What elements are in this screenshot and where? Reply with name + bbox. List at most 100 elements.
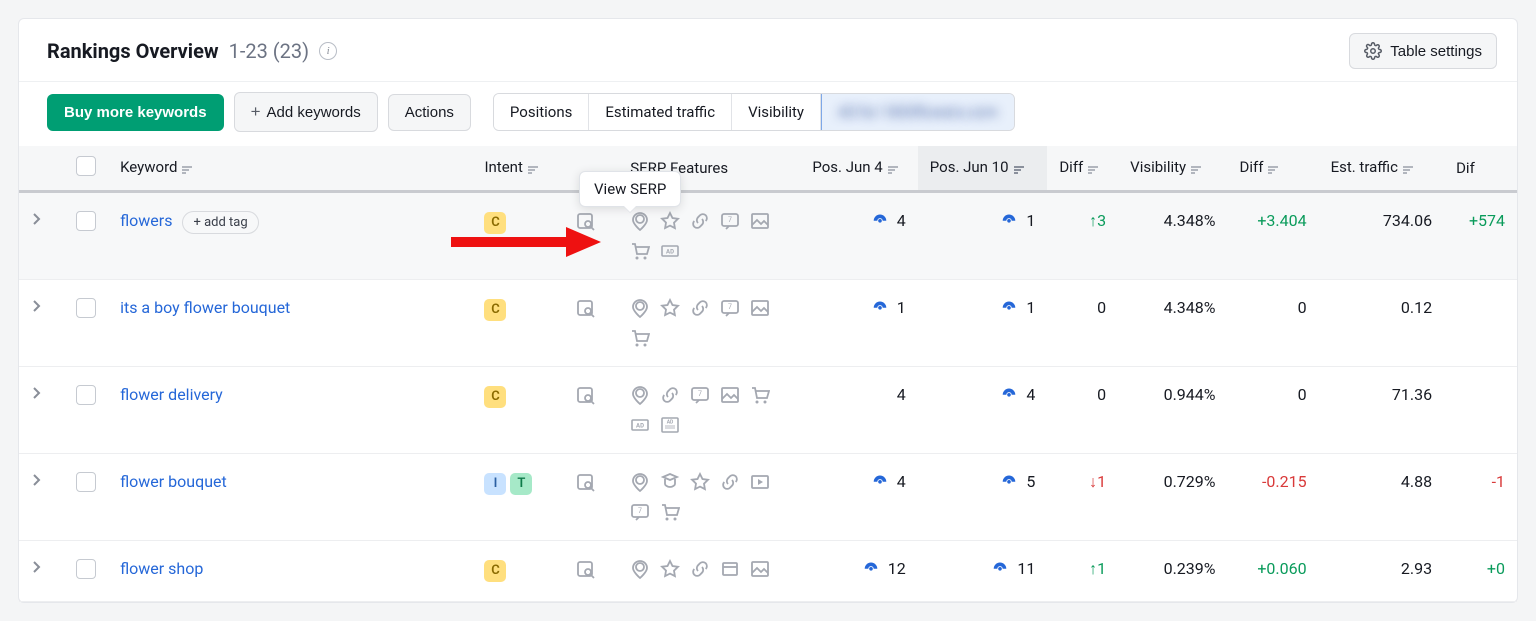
image-icon xyxy=(750,298,770,318)
visibility-value: 0.944% xyxy=(1164,385,1216,404)
intent-badge-c: C xyxy=(484,560,506,582)
serp-features xyxy=(630,385,788,435)
star-icon xyxy=(660,298,680,318)
expand-row-icon[interactable] xyxy=(31,385,41,404)
cart-icon xyxy=(630,328,650,348)
keyword-link[interactable]: flower delivery xyxy=(120,385,223,404)
pin-icon xyxy=(630,472,650,492)
diff-vis-value: +3.404 xyxy=(1257,211,1306,230)
sitelink-icon xyxy=(862,559,880,578)
title-count: 1-23 (23) xyxy=(229,39,310,63)
col-keyword[interactable]: Keyword xyxy=(108,146,472,192)
sitelink-icon xyxy=(871,472,889,491)
view-tabs: Positions Estimated traffic Visibility A… xyxy=(493,93,1015,131)
table-row: flower bouquetI T 45↓10.729%-0.2154.88-1 xyxy=(19,454,1517,541)
video-icon xyxy=(750,472,770,492)
pos-prev-value: 4 xyxy=(812,385,905,404)
diff-pos-value: 0 xyxy=(1097,298,1106,317)
keyword-link[interactable]: its a boy flower bouquet xyxy=(120,298,290,317)
pin-icon xyxy=(630,298,650,318)
image-icon xyxy=(750,211,770,231)
expand-row-icon[interactable] xyxy=(31,211,41,230)
table-settings-button[interactable]: Table settings xyxy=(1349,33,1497,69)
select-all-checkbox[interactable] xyxy=(76,156,96,176)
col-visibility[interactable]: Visibility xyxy=(1118,146,1227,192)
view-serp-tooltip: View SERP xyxy=(579,171,681,207)
visibility-value: 4.348% xyxy=(1164,298,1216,317)
forum-icon xyxy=(630,502,650,522)
actions-button[interactable]: Actions xyxy=(388,94,471,131)
expand-row-icon[interactable] xyxy=(31,472,41,491)
add-tag-button[interactable]: + add tag xyxy=(182,211,258,234)
col-pos-cur[interactable]: Pos. Jun 10 xyxy=(918,146,1048,192)
col-traffic[interactable]: Est. traffic xyxy=(1319,146,1445,192)
row-checkbox[interactable] xyxy=(76,298,96,318)
view-serp-button[interactable] xyxy=(576,390,596,409)
pin-icon xyxy=(630,559,650,579)
sort-icon xyxy=(1190,160,1202,178)
sitelink-icon xyxy=(1000,298,1018,317)
view-serp-button[interactable] xyxy=(576,303,596,322)
link-icon xyxy=(690,211,710,231)
star-icon xyxy=(660,211,680,231)
col-diff1[interactable]: Diff xyxy=(1047,146,1118,192)
sort-icon xyxy=(887,160,899,178)
keyword-link[interactable]: flower shop xyxy=(120,559,203,578)
annotation-arrow-icon xyxy=(451,227,601,257)
forum-icon xyxy=(720,298,740,318)
knowledge-icon xyxy=(660,472,680,492)
pos-prev-value: 1 xyxy=(812,298,905,317)
cart-icon xyxy=(630,241,650,261)
traffic-value: 0.12 xyxy=(1401,298,1432,317)
col-diff3[interactable]: Dif xyxy=(1444,146,1517,192)
link-icon xyxy=(690,559,710,579)
rankings-table: Keyword Intent SERP Features Pos. Jun 4 … xyxy=(19,146,1517,602)
link-icon xyxy=(720,472,740,492)
tab-positions[interactable]: Positions xyxy=(494,94,589,130)
expand-row-icon[interactable] xyxy=(31,298,41,317)
ads-icon xyxy=(630,415,650,435)
table-row: flowers+ add tagC 41↑34.348%+3.404734.06… xyxy=(19,192,1517,280)
expand-row-icon[interactable] xyxy=(31,559,41,578)
intent-badge-i: I xyxy=(484,473,506,495)
keyword-link[interactable]: flowers xyxy=(120,211,172,230)
keyword-link[interactable]: flower bouquet xyxy=(120,472,227,491)
diff-traffic-value: +0 xyxy=(1487,559,1505,578)
box-icon xyxy=(720,559,740,579)
cart-icon xyxy=(750,385,770,405)
image-icon xyxy=(750,559,770,579)
col-pos-prev[interactable]: Pos. Jun 4 xyxy=(800,146,917,192)
sitelink-icon xyxy=(991,559,1009,578)
buy-keywords-button[interactable]: Buy more keywords xyxy=(47,94,224,131)
col-diff2[interactable]: Diff xyxy=(1227,146,1318,192)
serp-features xyxy=(630,298,788,348)
page-title: Rankings Overview xyxy=(47,39,219,63)
pos-cur-value: 1 xyxy=(930,211,1036,230)
visibility-value: 0.239% xyxy=(1164,559,1216,578)
add-keywords-button[interactable]: + Add keywords xyxy=(234,92,378,132)
row-checkbox[interactable] xyxy=(76,211,96,231)
gear-icon xyxy=(1364,42,1382,60)
serp-features xyxy=(630,559,788,579)
view-serp-button[interactable] xyxy=(576,477,596,496)
info-icon[interactable]: i xyxy=(319,42,337,60)
view-serp-button[interactable] xyxy=(576,564,596,583)
table-row: flower shopC 1211↑10.239%+0.0602.93+0 xyxy=(19,541,1517,602)
star-icon xyxy=(690,472,710,492)
pin-icon xyxy=(630,385,650,405)
diff-traffic-value: -1 xyxy=(1492,472,1505,491)
serp-features xyxy=(630,472,788,522)
tab-blurred[interactable]: All for 1800flowers.com xyxy=(821,93,1015,131)
traffic-value: 4.88 xyxy=(1401,472,1432,491)
row-checkbox[interactable] xyxy=(76,472,96,492)
tab-visibility[interactable]: Visibility xyxy=(732,94,821,130)
traffic-value: 2.93 xyxy=(1401,559,1432,578)
tab-estimated-traffic[interactable]: Estimated traffic xyxy=(589,94,732,130)
row-checkbox[interactable] xyxy=(76,559,96,579)
diff-vis-value: 0 xyxy=(1298,385,1307,404)
row-checkbox[interactable] xyxy=(76,385,96,405)
pos-prev-value: 12 xyxy=(812,559,905,578)
diff-pos-value: 0 xyxy=(1097,385,1106,404)
pos-cur-value: 5 xyxy=(930,472,1036,491)
col-intent[interactable]: Intent xyxy=(472,146,563,192)
